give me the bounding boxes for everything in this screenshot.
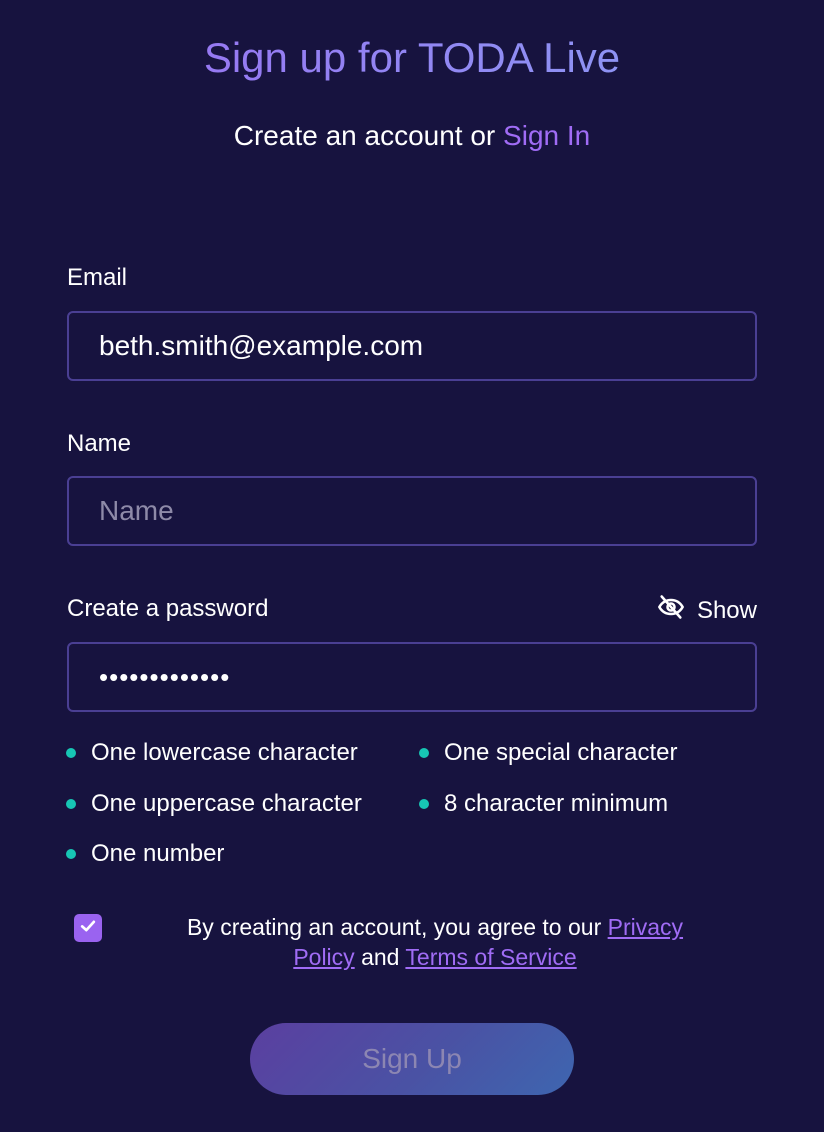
subtitle-text: Create an account or — [233, 120, 496, 151]
password-label: Create a password — [67, 595, 269, 622]
requirement-text: One number — [91, 840, 225, 867]
name-field[interactable] — [67, 476, 757, 546]
name-label: Name — [67, 430, 132, 457]
requirement-met-indicator — [419, 748, 429, 758]
requirement-item: One special character — [419, 738, 677, 768]
requirement-text: One uppercase character — [91, 790, 362, 817]
page-subtitle: Create an account or Sign In — [0, 118, 824, 154]
terms-of-service-link[interactable]: Terms of Service — [405, 944, 576, 970]
terms-text: By creating an account, you agree to our… — [160, 912, 710, 972]
show-password-label: Show — [696, 597, 757, 624]
requirement-met-indicator — [419, 799, 429, 809]
requirement-item: One number — [66, 839, 224, 869]
terms-checkbox[interactable] — [74, 914, 102, 942]
requirement-text: One lowercase character — [91, 739, 358, 766]
show-password-toggle[interactable]: Show — [657, 593, 757, 629]
terms-prefix: By creating an account, you agree to our — [186, 914, 602, 940]
requirement-met-indicator — [66, 849, 76, 859]
requirement-item: One uppercase character — [66, 789, 362, 819]
email-field[interactable] — [67, 311, 757, 381]
password-field[interactable] — [67, 642, 757, 712]
email-label: Email — [67, 264, 128, 291]
signup-page: Sign up for TODA Live Create an account … — [0, 0, 824, 1132]
requirement-text: 8 character minimum — [444, 790, 669, 817]
requirement-met-indicator — [66, 799, 76, 809]
requirement-met-indicator — [66, 748, 76, 758]
sign-up-button[interactable]: Sign Up — [250, 1023, 574, 1095]
checkmark-icon — [78, 916, 98, 941]
eye-off-icon — [657, 593, 685, 629]
sign-in-link[interactable]: Sign In — [503, 120, 590, 151]
requirement-item: One lowercase character — [66, 738, 358, 768]
requirement-item: 8 character minimum — [419, 789, 668, 819]
terms-conjunction: and — [361, 944, 400, 970]
page-title: Sign up for TODA Live — [0, 32, 824, 84]
requirement-text: One special character — [444, 739, 678, 766]
